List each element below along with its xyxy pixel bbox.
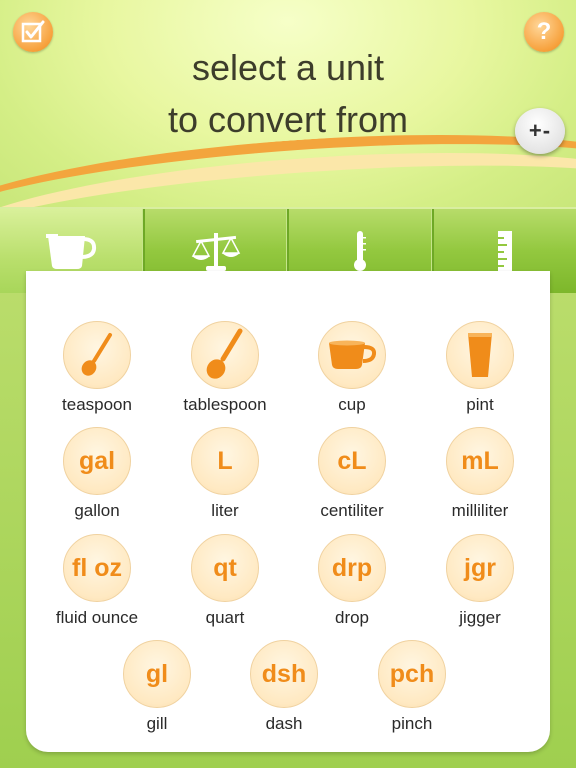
unit-pint-button[interactable]	[446, 321, 514, 389]
unit-drop[interactable]: drp drop	[292, 534, 412, 628]
unit-drop-button[interactable]: drp	[318, 534, 386, 602]
unit-label: pinch	[391, 714, 433, 733]
scale-icon	[191, 233, 240, 271]
unit-centiliter-button[interactable]: cL	[318, 427, 386, 495]
tablespoon-icon	[206, 328, 243, 379]
unit-milliliter-button[interactable]: mL	[446, 427, 514, 495]
unit-quart[interactable]: qt quart	[165, 534, 285, 628]
unit-dash[interactable]: dsh dash	[224, 640, 344, 734]
unit-cup[interactable]: cup	[292, 321, 412, 415]
unit-gill-button[interactable]: gl	[123, 640, 191, 708]
pint-glass-icon	[468, 333, 492, 377]
header: select a unit to convert from	[0, 0, 576, 215]
unit-liter-button[interactable]: L	[191, 427, 259, 495]
unit-label: milliliter	[451, 501, 509, 520]
title-line-2: to convert from	[167, 99, 409, 140]
unit-jigger[interactable]: jgr jigger	[420, 534, 540, 628]
unit-label: drop	[334, 608, 370, 627]
unit-picker-card: teaspoon tablespoon cup pint gal gallon …	[26, 271, 550, 752]
unit-pinch[interactable]: pch pinch	[352, 640, 472, 734]
ruler-icon	[497, 231, 512, 271]
unit-gill[interactable]: gl gill	[97, 640, 217, 734]
unit-pinch-button[interactable]: pch	[378, 640, 446, 708]
unit-tablespoon-button[interactable]	[191, 321, 259, 389]
unit-tablespoon[interactable]: tablespoon	[165, 321, 285, 415]
unit-milliliter[interactable]: mL milliliter	[420, 427, 540, 521]
unit-label: tablespoon	[183, 395, 267, 414]
unit-label: dash	[265, 714, 303, 733]
plus-minus-label: +-	[528, 118, 552, 143]
unit-teaspoon[interactable]: teaspoon	[37, 321, 157, 415]
thermometer-icon	[354, 231, 367, 271]
teaspoon-icon	[81, 333, 112, 376]
edit-button[interactable]	[13, 12, 53, 52]
unit-label: teaspoon	[62, 395, 132, 414]
help-label: ?	[536, 18, 552, 45]
unit-pint[interactable]: pint	[420, 321, 540, 415]
cup-icon	[329, 340, 377, 369]
unit-label: quart	[205, 608, 245, 627]
help-button[interactable]: ?	[524, 12, 564, 52]
unit-centiliter[interactable]: cL centiliter	[292, 427, 412, 521]
unit-quart-button[interactable]: qt	[191, 534, 259, 602]
unit-label: cup	[338, 395, 366, 414]
unit-label: liter	[211, 501, 239, 520]
unit-cup-button[interactable]	[318, 321, 386, 389]
measuring-cup-icon	[46, 234, 97, 269]
unit-fluid-ounce-button[interactable]: fl oz	[63, 534, 131, 602]
page-title: select a unit to convert from	[0, 42, 576, 146]
unit-label: jigger	[459, 608, 501, 627]
unit-label: gallon	[74, 501, 120, 520]
unit-teaspoon-button[interactable]	[63, 321, 131, 389]
title-line-1: select a unit	[191, 47, 385, 88]
unit-label: pint	[466, 395, 494, 414]
unit-fluid-ounce[interactable]: fl oz fluid ounce	[37, 534, 157, 628]
unit-gallon-button[interactable]: gal	[63, 427, 131, 495]
unit-label: centiliter	[320, 501, 384, 520]
unit-gallon[interactable]: gal gallon	[37, 427, 157, 521]
unit-jigger-button[interactable]: jgr	[446, 534, 514, 602]
checkbox-edit-icon	[21, 20, 45, 43]
unit-liter[interactable]: L liter	[165, 427, 285, 521]
unit-label: fluid ounce	[55, 608, 139, 627]
plus-minus-button[interactable]: +-	[515, 108, 565, 154]
unit-dash-button[interactable]: dsh	[250, 640, 318, 708]
unit-label: gill	[146, 714, 168, 733]
